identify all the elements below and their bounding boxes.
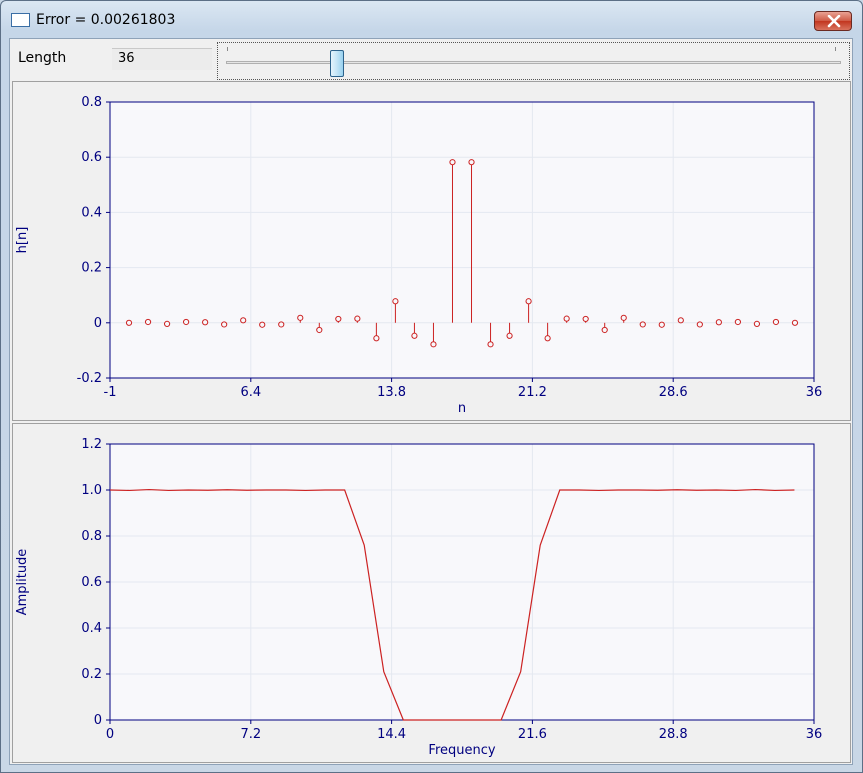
- stem-marker: [525, 298, 532, 305]
- stem-marker: [753, 320, 761, 328]
- stem-marker: [221, 321, 228, 328]
- y-tick-label: 0.8: [81, 529, 102, 544]
- y-axis-label: Amplitude: [15, 549, 30, 616]
- stem-marker: [240, 317, 247, 324]
- frequency-response-panel: 0 7.2 14.4 21.6 28.8 36 0 0.2 0.4 0.6 0.8 1.0 1.2 Fre…: [12, 423, 851, 763]
- stem-marker: [582, 315, 589, 323]
- plot-area-0: [110, 102, 814, 378]
- stem-marker: [715, 319, 722, 326]
- close-button[interactable]: [814, 11, 852, 31]
- x-tick-label: 0: [106, 727, 114, 742]
- stem-marker: [354, 315, 361, 322]
- length-value-field[interactable]: 36: [112, 48, 212, 70]
- stem-marker: [791, 319, 799, 326]
- slider-tick-min: [227, 47, 228, 51]
- stem-marker: [335, 315, 342, 323]
- x-tick-label: 7.2: [240, 727, 261, 742]
- y-tick-label: 0.6: [81, 150, 102, 165]
- x-tick-label: 21.6: [518, 727, 547, 742]
- window-icon: [11, 13, 30, 27]
- x-tick-label: 6.4: [240, 385, 261, 400]
- stem-marker: [125, 319, 133, 326]
- y-tick-label: 0.4: [81, 205, 102, 220]
- slider-track[interactable]: [226, 61, 841, 64]
- stem-marker: [278, 321, 285, 328]
- y-tick-label: 0.4: [81, 621, 102, 636]
- slider-tick-max: [835, 47, 836, 51]
- stem-marker: [297, 314, 304, 321]
- stem-marker: [544, 335, 551, 342]
- impulse-response-chart: -1 6.4 13.8 21.2 28.6 36 -0.2 0 0.2 0.4 0.6 0.8 n h[n…: [15, 95, 823, 416]
- y-axis-label: h[n]: [15, 227, 30, 254]
- y-tick-label: -0.2: [77, 371, 102, 386]
- app-window: Error = 0.00261803 Length 36 -1 6.4 13.8 21…: [0, 0, 863, 773]
- stem-marker: [468, 159, 475, 166]
- window-title: Error = 0.00261803: [36, 12, 176, 28]
- toolbar: Length 36: [10, 39, 852, 82]
- stem-marker: [563, 315, 570, 322]
- stem-marker: [449, 159, 456, 166]
- x-axis-label: Frequency: [428, 743, 495, 758]
- impulse-response-panel: -1 6.4 13.8 21.2 28.6 36 -0.2 0 0.2 0.4 0.6 0.8 n h[n…: [12, 81, 851, 421]
- stem-marker: [144, 318, 152, 326]
- stem-marker: [620, 314, 627, 321]
- frequency-response-chart: 0 7.2 14.4 21.6 28.8 36 0 0.2 0.4 0.6 0.8 1.0 1.2 Fre…: [15, 437, 823, 758]
- x-tick-label: -1: [104, 385, 117, 400]
- stem-marker: [658, 321, 665, 328]
- x-tick-label: 21.2: [518, 385, 547, 400]
- x-tick-label: 14.4: [377, 727, 406, 742]
- stem-marker: [506, 332, 513, 339]
- x-tick-label: 36: [806, 385, 823, 400]
- length-label: Length: [18, 50, 67, 66]
- stem-marker: [677, 317, 684, 324]
- stem-marker: [183, 318, 190, 326]
- stem-marker: [259, 321, 266, 328]
- title-bar[interactable]: Error = 0.00261803: [1, 1, 862, 39]
- y-tick-label: 1.2: [81, 437, 102, 452]
- stem-marker: [430, 341, 437, 348]
- client-area: Length 36 -1 6.4 13.8 21.2 28.6 36 -0.2 0 0.2 0.4…: [9, 38, 853, 765]
- stem-marker: [487, 341, 494, 348]
- x-tick-label: 36: [806, 727, 823, 742]
- length-slider[interactable]: [217, 42, 850, 80]
- x-tick-label: 28.8: [659, 727, 688, 742]
- x-axis-label: n: [458, 401, 466, 416]
- stem-marker: [202, 319, 209, 326]
- slider-thumb[interactable]: [329, 50, 344, 77]
- stem-marker: [163, 320, 171, 328]
- close-icon: [827, 15, 841, 28]
- y-tick-label: 0: [94, 713, 102, 728]
- y-tick-label: 0.6: [81, 575, 102, 590]
- stem-marker: [392, 298, 399, 305]
- stem-marker: [601, 326, 608, 334]
- stem-marker: [734, 318, 741, 326]
- stem-marker: [696, 321, 703, 328]
- stem-marker: [411, 332, 418, 339]
- stem-marker: [316, 326, 323, 334]
- y-tick-label: 0: [94, 316, 102, 331]
- stem-marker: [772, 318, 780, 326]
- x-tick-label: 28.6: [659, 385, 688, 400]
- stem-marker: [373, 335, 380, 342]
- stem-marker: [639, 321, 646, 328]
- x-tick-label: 13.8: [377, 385, 406, 400]
- y-tick-label: 0.2: [81, 261, 102, 276]
- y-tick-label: 0.8: [81, 95, 102, 110]
- y-tick-label: 0.2: [81, 667, 102, 682]
- y-tick-label: 1.0: [81, 483, 102, 498]
